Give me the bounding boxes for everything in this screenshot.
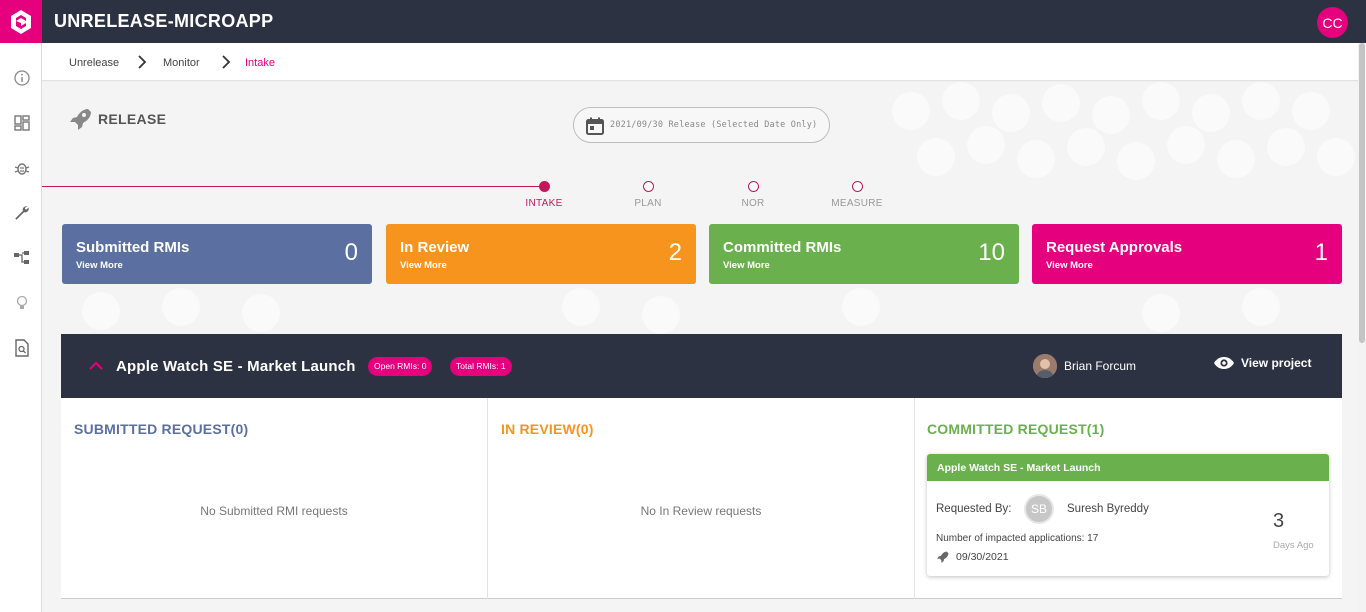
requester-avatar: SB: [1024, 494, 1054, 524]
chevron-right-icon: [138, 55, 147, 69]
card-value: 10: [978, 239, 1005, 266]
step-measure-label[interactable]: MEASURE: [831, 198, 883, 209]
view-more-link[interactable]: View More: [400, 260, 447, 271]
rocket-icon: [70, 109, 91, 130]
owner-avatar: [1033, 354, 1057, 378]
committed-title: COMMITTED REQUEST(1): [927, 421, 1105, 437]
committed-rmis-card[interactable]: Committed RMIs View More 10: [709, 224, 1019, 284]
project-header: Apple Watch SE - Market Launch Open RMIs…: [61, 334, 1342, 398]
scrollbar-thumb[interactable]: [1359, 43, 1365, 343]
card-value: 2: [668, 239, 682, 266]
total-rmis-badge: Total RMIs: 1: [450, 357, 512, 376]
wrench-icon[interactable]: [13, 204, 31, 222]
app-logo[interactable]: [0, 0, 42, 43]
project-title: Apple Watch SE - Market Launch: [116, 358, 356, 375]
step-measure-dot[interactable]: [852, 181, 863, 192]
breadcrumb-unrelease[interactable]: Unrelease: [69, 57, 119, 69]
card-value: 1: [1314, 239, 1328, 266]
chevron-right-icon: [222, 55, 231, 69]
view-project-button[interactable]: View project: [1213, 356, 1311, 370]
submitted-column: SUBMITTED REQUEST(0) No Submitted RMI re…: [61, 398, 487, 599]
card-title: Submitted RMIs: [76, 239, 190, 256]
eye-icon: [1214, 357, 1234, 369]
step-intake-label[interactable]: INTAKE: [525, 198, 562, 209]
submitted-rmis-card[interactable]: Submitted RMIs View More 0: [62, 224, 372, 284]
dashboard-icon[interactable]: [13, 114, 31, 132]
step-plan-dot[interactable]: [643, 181, 654, 192]
chevron-up-icon[interactable]: [89, 361, 103, 370]
scrollbar[interactable]: [1358, 43, 1366, 612]
requested-by-label: Requested By:: [936, 503, 1012, 515]
in-review-card[interactable]: In Review View More 2: [386, 224, 696, 284]
step-nor-dot[interactable]: [748, 181, 759, 192]
view-project-label: View project: [1241, 356, 1312, 370]
release-date-filter[interactable]: 2021/09/30 Release (Selected Date Only): [573, 107, 830, 143]
impacted-apps-text: Number of impacted applications: 17: [936, 533, 1099, 544]
committed-card-title: Apple Watch SE - Market Launch: [927, 454, 1329, 481]
document-search-icon[interactable]: [13, 339, 31, 357]
release-title: RELEASE: [98, 111, 167, 127]
bug-icon[interactable]: [13, 159, 31, 177]
view-more-link[interactable]: View More: [76, 260, 123, 271]
step-intake-dot[interactable]: [539, 181, 550, 192]
days-ago-label: Days Ago: [1273, 540, 1314, 551]
sidebar: [0, 43, 42, 612]
release-date: 09/30/2021: [956, 551, 1009, 563]
lightbulb-icon[interactable]: [13, 294, 31, 312]
card-value: 0: [344, 239, 358, 266]
release-date-text: 2021/09/30 Release (Selected Date Only): [610, 120, 818, 130]
committed-request-card[interactable]: Apple Watch SE - Market Launch Requested…: [927, 454, 1329, 576]
hierarchy-icon[interactable]: [13, 249, 31, 267]
project-body: SUBMITTED REQUEST(0) No Submitted RMI re…: [61, 398, 1342, 599]
view-more-link[interactable]: View More: [1046, 260, 1093, 271]
step-nor-label[interactable]: NOR: [741, 198, 764, 209]
card-title: In Review: [400, 239, 470, 256]
calendar-icon: [586, 117, 604, 135]
app-title: UNRELEASE-MICROAPP: [54, 11, 274, 31]
open-rmis-badge: Open RMIs: 0: [368, 357, 433, 376]
step-plan-label[interactable]: PLAN: [634, 198, 661, 209]
stepper-progress-line: [42, 186, 544, 187]
review-column: IN REVIEW(0) No In Review requests: [488, 398, 914, 599]
logo-icon: [11, 9, 31, 34]
card-title: Committed RMIs: [723, 239, 842, 256]
review-title: IN REVIEW(0): [501, 421, 594, 437]
request-approvals-card[interactable]: Request Approvals View More 1: [1032, 224, 1342, 284]
rocket-icon: [937, 551, 949, 563]
breadcrumb-monitor[interactable]: Monitor: [163, 57, 200, 69]
view-more-link[interactable]: View More: [723, 260, 770, 271]
days-ago-value: 3: [1273, 510, 1285, 532]
requester-name: Suresh Byreddy: [1067, 503, 1149, 515]
owner-name: Brian Forcum: [1064, 359, 1137, 373]
top-bar: UNRELEASE-MICROAPP CC: [0, 0, 1366, 43]
review-empty-text: No In Review requests: [640, 504, 762, 518]
card-title: Request Approvals: [1046, 239, 1183, 256]
submitted-empty-text: No Submitted RMI requests: [200, 504, 348, 518]
user-avatar[interactable]: CC: [1317, 7, 1348, 38]
submitted-title: SUBMITTED REQUEST(0): [74, 421, 249, 437]
breadcrumb: Unrelease Monitor Intake: [42, 43, 1358, 81]
info-icon[interactable]: [13, 69, 31, 87]
breadcrumb-intake: Intake: [245, 57, 275, 69]
